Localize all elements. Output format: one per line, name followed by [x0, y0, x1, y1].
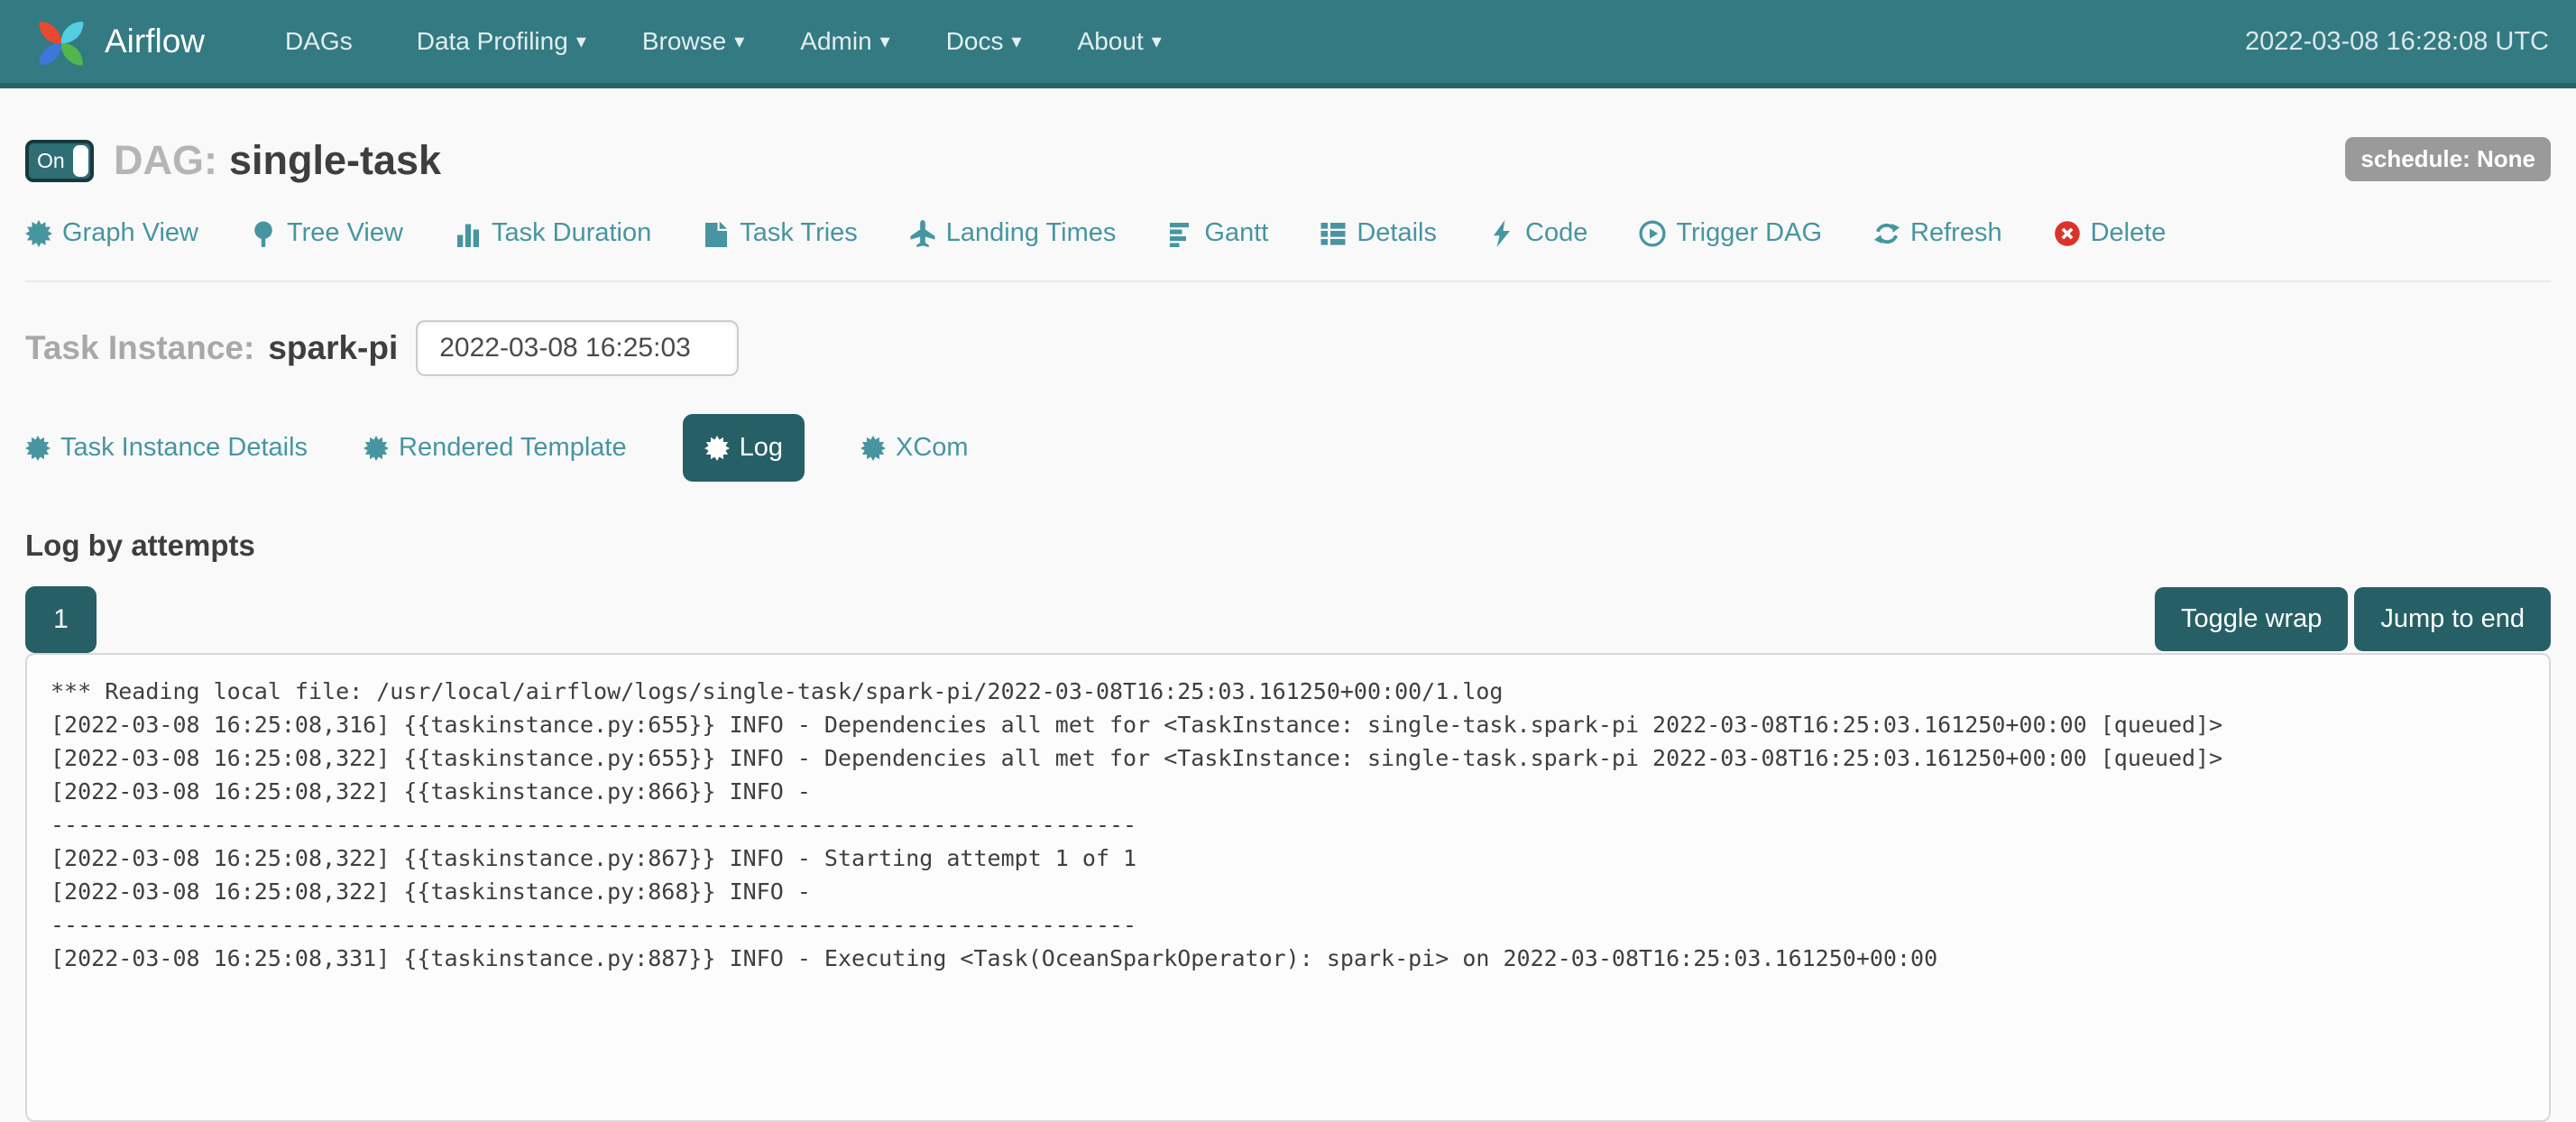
link-details[interactable]: Details	[1320, 218, 1437, 248]
link-task-duration[interactable]: Task Duration	[455, 218, 651, 248]
nav-item-label: Browse	[642, 27, 726, 56]
toggle-wrap-button[interactable]: Toggle wrap	[2155, 587, 2348, 651]
link-gantt[interactable]: Gantt	[1167, 218, 1268, 248]
nav-item-label: Data Profiling	[417, 27, 568, 56]
toggle-handle	[73, 145, 88, 177]
nav-item-admin[interactable]: Admin ▾	[772, 27, 917, 56]
utc-clock: 2022-03-08 16:28:08 UTC	[2245, 27, 2549, 57]
log-line: ----------------------------------------…	[51, 908, 2525, 942]
starburst-icon	[704, 436, 730, 461]
page-chart-icon	[703, 220, 730, 247]
log-line: [2022-03-08 16:25:08,322] {{taskinstance…	[51, 875, 2525, 908]
nav-item-label: Docs	[946, 27, 1004, 56]
log-buttons: Toggle wrap Jump to end	[2155, 587, 2551, 648]
task-instance-row: Task Instance: spark-pi	[25, 320, 2551, 376]
nav-item-browse[interactable]: Browse ▾	[614, 27, 772, 56]
link-label: Graph View	[62, 218, 198, 248]
jump-to-end-button[interactable]: Jump to end	[2354, 587, 2551, 651]
dag-name: single-task	[229, 137, 441, 184]
nav-item-label: DAGs	[285, 27, 353, 56]
nav-item-dags[interactable]: DAGs	[257, 27, 389, 56]
dag-pause-toggle[interactable]: On	[25, 140, 94, 182]
nav-item-about[interactable]: About ▾	[1050, 27, 1190, 56]
link-label: Trigger DAG	[1676, 218, 1822, 248]
task-instance-tabs: Task Instance Details Rendered Template …	[25, 414, 2551, 482]
nav-item-label: Admin	[800, 27, 871, 56]
link-label: Landing Times	[946, 218, 1117, 248]
link-label: Delete	[2091, 218, 2167, 248]
link-label: Tree View	[287, 218, 403, 248]
execution-date-input[interactable]	[416, 320, 739, 376]
link-label: Task Duration	[492, 218, 651, 248]
plane-icon	[909, 220, 936, 247]
schedule-badge: schedule: None	[2345, 137, 2551, 181]
top-navbar: Airflow DAGs Data Profiling ▾ Browse ▾ A…	[0, 0, 2576, 88]
airflow-brand[interactable]: Airflow	[27, 7, 205, 76]
align-bars-icon	[1167, 220, 1194, 247]
nav-item-docs[interactable]: Docs ▾	[918, 27, 1050, 56]
starburst-icon	[363, 436, 389, 461]
refresh-icon	[1873, 220, 1900, 247]
link-label: Task Tries	[740, 218, 858, 248]
dag-prefix-label: DAG:	[114, 137, 217, 184]
airflow-pinwheel-logo	[27, 7, 96, 76]
tab-task-instance-details[interactable]: Task Instance Details	[25, 433, 308, 463]
link-label: Refresh	[1910, 218, 2002, 248]
log-line: [2022-03-08 16:25:08,322] {{taskinstance…	[51, 842, 2525, 875]
starburst-icon	[860, 436, 886, 461]
link-task-tries[interactable]: Task Tries	[703, 218, 858, 248]
divider	[25, 280, 2551, 282]
chevron-down-icon: ▾	[734, 30, 744, 53]
link-label: Gantt	[1204, 218, 1268, 248]
chevron-down-icon: ▾	[1152, 30, 1162, 53]
log-line: [2022-03-08 16:25:08,322] {{taskinstance…	[51, 741, 2525, 775]
dag-title-row: On DAG: single-task schedule: None	[25, 137, 2551, 184]
dag-view-links: Graph View Tree View Task Duration Task …	[25, 218, 2551, 248]
bar-chart-icon	[455, 220, 482, 247]
tab-label: XCom	[896, 433, 969, 463]
log-line: *** Reading local file: /usr/local/airfl…	[51, 675, 2525, 708]
log-line: [2022-03-08 16:25:08,322] {{taskinstance…	[51, 775, 2525, 808]
chevron-down-icon: ▾	[1012, 30, 1022, 53]
nav-item-data-profiling[interactable]: Data Profiling ▾	[389, 27, 614, 56]
starburst-icon	[25, 220, 52, 247]
task-instance-name: spark-pi	[268, 329, 398, 367]
link-landing-times[interactable]: Landing Times	[909, 218, 1117, 248]
nav-menu: DAGs Data Profiling ▾ Browse ▾ Admin ▾ D…	[257, 27, 1190, 56]
chevron-down-icon: ▾	[880, 30, 890, 53]
tab-label: Task Instance Details	[60, 433, 308, 463]
tab-label: Rendered Template	[399, 433, 627, 463]
attempt-1-tab[interactable]: 1	[25, 586, 97, 653]
log-by-attempts-heading: Log by attempts	[25, 529, 2551, 563]
link-label: Code	[1525, 218, 1587, 248]
link-graph-view[interactable]: Graph View	[25, 218, 198, 248]
tab-rendered-template[interactable]: Rendered Template	[363, 433, 627, 463]
attempts-row: 1 Toggle wrap Jump to end	[25, 586, 2551, 648]
circle-x-icon	[2054, 220, 2081, 247]
log-output-box: *** Reading local file: /usr/local/airfl…	[25, 653, 2551, 1122]
list-icon	[1320, 220, 1347, 247]
nav-item-label: About	[1078, 27, 1144, 56]
toggle-on-label: On	[37, 149, 65, 173]
main-content: On DAG: single-task schedule: None Graph…	[0, 137, 2576, 1122]
starburst-icon	[25, 436, 51, 461]
task-instance-label: Task Instance:	[25, 329, 254, 367]
log-line: ----------------------------------------…	[51, 808, 2525, 842]
brand-name: Airflow	[105, 23, 205, 60]
tab-log[interactable]: Log	[683, 414, 805, 482]
tree-icon	[250, 220, 277, 247]
link-code[interactable]: Code	[1488, 218, 1587, 248]
log-line: [2022-03-08 16:25:08,331] {{taskinstance…	[51, 942, 2525, 975]
tab-xcom[interactable]: XCom	[860, 433, 969, 463]
link-refresh[interactable]: Refresh	[1873, 218, 2002, 248]
log-line: [2022-03-08 16:25:08,316] {{taskinstance…	[51, 708, 2525, 741]
tab-label: Log	[740, 433, 783, 463]
play-circle-icon	[1639, 220, 1666, 247]
link-tree-view[interactable]: Tree View	[250, 218, 403, 248]
link-label: Details	[1357, 218, 1437, 248]
link-delete[interactable]: Delete	[2054, 218, 2167, 248]
bolt-icon	[1488, 220, 1515, 247]
link-trigger-dag[interactable]: Trigger DAG	[1639, 218, 1822, 248]
chevron-down-icon: ▾	[576, 30, 586, 53]
